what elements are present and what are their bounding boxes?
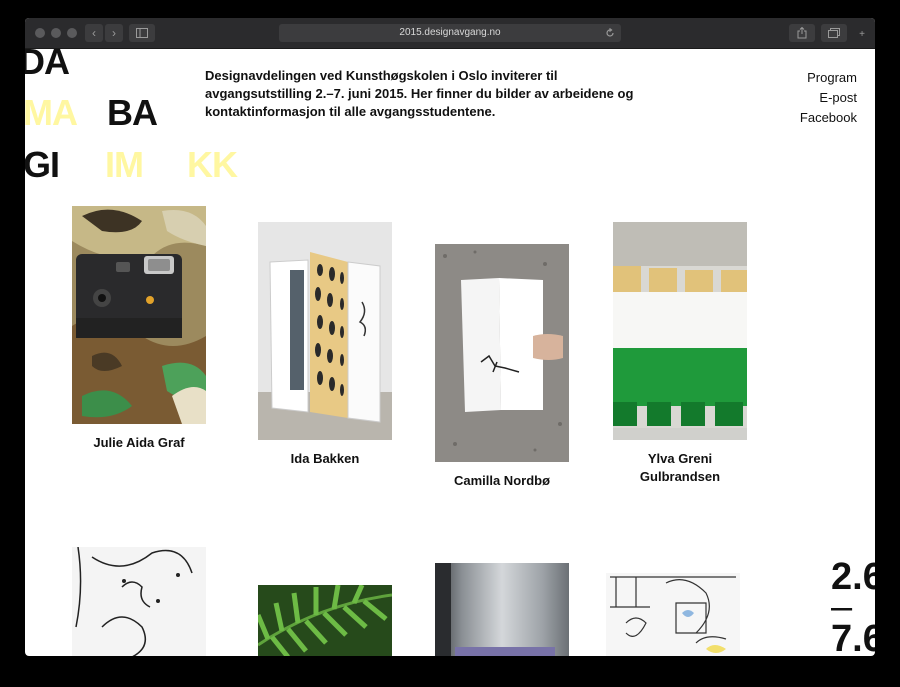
student-work-image [435, 563, 569, 656]
patterned-book-image [258, 222, 392, 440]
logo-letters-da: DA [25, 49, 70, 82]
student-card[interactable]: Camilla Nordbø [435, 244, 569, 504]
tabs-icon [828, 28, 840, 38]
share-icon [797, 26, 807, 39]
student-card[interactable] [258, 585, 392, 656]
top-nav: Program E-post Facebook [800, 68, 857, 128]
notebook-image [435, 244, 569, 462]
nav-link-facebook[interactable]: Facebook [800, 108, 857, 128]
browser-toolbar: ‹ › 2015.designavgang.no + [25, 18, 875, 49]
sidebar-icon [136, 28, 148, 38]
address-bar[interactable]: 2015.designavgang.no [279, 24, 621, 42]
share-button[interactable] [789, 24, 815, 42]
green-yellow-objects-image [613, 222, 747, 440]
logo-letters-kk: KK [187, 144, 238, 185]
plus-icon: + [859, 29, 865, 40]
student-name[interactable]: Julie Aida Graf [72, 434, 206, 452]
student-name-line2[interactable]: Gulbrandsen [613, 468, 747, 486]
student-card[interactable] [606, 573, 740, 656]
sketch-illustration-image [606, 573, 740, 656]
page-content: DA MA BA GI IM KK Designavdelingen ved K… [25, 49, 875, 656]
minimize-window-button[interactable] [51, 28, 61, 38]
chevron-left-icon: ‹ [92, 26, 96, 40]
ink-drawing-image [72, 547, 206, 656]
student-card[interactable]: Ida Bakken [258, 222, 392, 482]
new-tab-button[interactable]: + [855, 24, 869, 42]
browser-window: ‹ › 2015.designavgang.no + DA MA BA GI I… [25, 18, 875, 656]
student-work-image [72, 547, 206, 656]
logo-letters-ba: BA [107, 92, 158, 133]
student-name-line1[interactable]: Ylva Greni [613, 450, 747, 468]
close-window-button[interactable] [35, 28, 45, 38]
student-work-image [72, 206, 206, 424]
student-name[interactable]: Camilla Nordbø [435, 472, 569, 490]
reload-icon[interactable] [605, 28, 615, 38]
intro-text: Designavdelingen ved Kunsthøgskolen i Os… [205, 68, 634, 119]
sidebar-toggle-button[interactable] [129, 24, 155, 42]
student-card[interactable]: Ylva Greni Gulbrandsen [613, 222, 747, 492]
student-work-image [258, 222, 392, 440]
url-text: 2015.designavgang.no [399, 27, 501, 38]
zoom-window-button[interactable] [67, 28, 77, 38]
student-work-image [435, 244, 569, 462]
student-work-image [613, 222, 747, 440]
back-button[interactable]: ‹ [85, 24, 103, 42]
chevron-right-icon: › [112, 26, 116, 40]
camouflage-camera-image [72, 206, 206, 424]
student-card[interactable] [435, 563, 569, 656]
tabs-overview-button[interactable] [821, 24, 847, 42]
fern-image [258, 585, 392, 656]
nav-link-program[interactable]: Program [800, 68, 857, 88]
logo-letters-im: IM [105, 144, 144, 185]
student-work-image [606, 573, 740, 656]
student-card[interactable]: Julie Aida Graf [72, 206, 206, 466]
student-card[interactable] [72, 547, 206, 656]
exhibition-dates: 2.6 – 7.6 [829, 558, 875, 656]
student-work-image [258, 585, 392, 656]
metal-cylinder-image [435, 563, 569, 656]
nav-link-email[interactable]: E-post [800, 88, 857, 108]
logo-letters-gi: GI [25, 144, 60, 185]
logo-letters-ma: MA [25, 92, 78, 133]
student-name[interactable]: Ida Bakken [258, 450, 392, 468]
forward-button[interactable]: › [105, 24, 123, 42]
date-end: 7.6 [831, 620, 875, 656]
